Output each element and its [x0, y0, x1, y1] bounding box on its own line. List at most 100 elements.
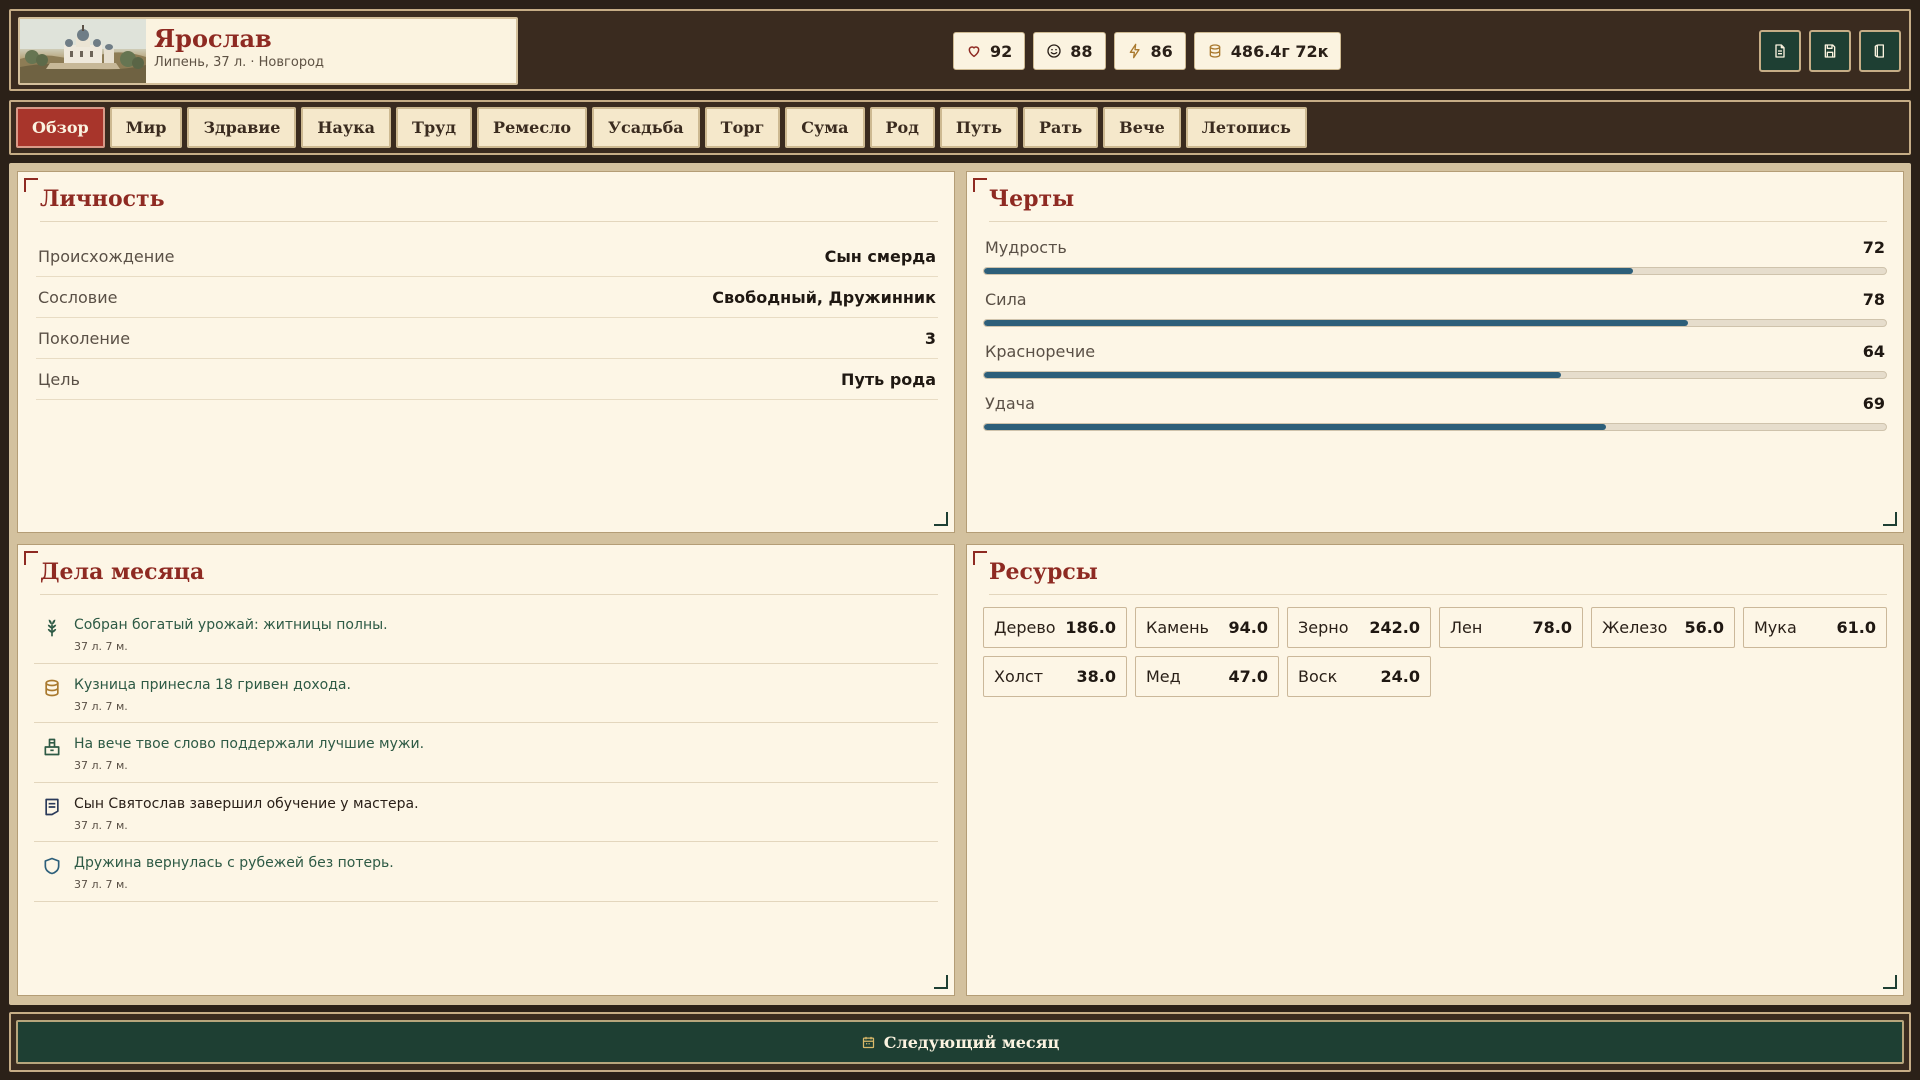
corner-ornament [1883, 512, 1897, 526]
coins-icon [1209, 44, 1221, 58]
tab-science[interactable]: Наука [301, 107, 392, 148]
resource-value: 24.0 [1380, 667, 1420, 686]
list-item: Собран богатый урожай: житницы полны. 37… [34, 604, 938, 664]
corner-ornament [973, 551, 987, 565]
tab-world[interactable]: Мир [109, 107, 183, 148]
resource-cell[interactable]: Железо 56.0 [1591, 607, 1735, 648]
resource-cell[interactable]: Камень 94.0 [1135, 607, 1279, 648]
personality-row: Поколение 3 [36, 318, 938, 359]
character-name: Ярослав [154, 24, 272, 53]
resource-cell[interactable]: Мука 61.0 [1743, 607, 1887, 648]
tab-chronicle[interactable]: Летопись [1185, 107, 1307, 148]
resource-cell[interactable]: Дерево 186.0 [983, 607, 1127, 648]
resource-value: 61.0 [1836, 618, 1876, 637]
trait-fill [984, 268, 1634, 274]
deed-text: Кузница принесла 18 гривен дохода. [74, 676, 351, 693]
wheat-icon [47, 619, 57, 637]
resource-value: 242.0 [1369, 618, 1420, 637]
resource-name: Дерево [994, 618, 1056, 637]
panel-title: Личность [40, 186, 938, 222]
trait-name: Сила [985, 289, 1027, 309]
main-area: Личность Происхождение Сын смерда Сослов… [9, 163, 1911, 1005]
list-item: Сын Святослав завершил обучение у мастер… [34, 783, 938, 842]
resource-name: Камень [1146, 618, 1209, 637]
stat-health-value: 92 [990, 41, 1013, 61]
panel-title: Дела месяца [40, 559, 938, 595]
personality-panel: Личность Происхождение Сын смерда Сослов… [17, 171, 955, 533]
shield-icon [44, 857, 60, 875]
save-button[interactable] [1809, 30, 1851, 72]
trait-item: Сила 78 [983, 288, 1887, 340]
trait-value: 78 [1862, 289, 1885, 309]
character-card[interactable]: Ярослав Липень, 37 л. · Новгород [18, 17, 518, 85]
footer-bar: Следующий месяц [9, 1012, 1911, 1072]
trait-value: 72 [1862, 237, 1885, 257]
trait-name: Удача [985, 393, 1035, 413]
corner-ornament [934, 512, 948, 526]
tab-labor[interactable]: Труд [396, 107, 473, 148]
tab-estate[interactable]: Усадьба [592, 107, 700, 148]
resource-name: Холст [994, 667, 1044, 686]
resource-value: 47.0 [1228, 667, 1268, 686]
corner-ornament [1883, 975, 1897, 989]
heart-icon [968, 46, 980, 58]
row-value: Сын смерда [824, 246, 936, 266]
calendar-icon [862, 1036, 874, 1048]
tab-health[interactable]: Здравие [187, 107, 297, 148]
stat-money-value: 486.4г 72к [1230, 41, 1329, 61]
resource-cell[interactable]: Воск 24.0 [1287, 656, 1431, 697]
row-key: Сословие [38, 287, 118, 307]
stat-mood[interactable]: 88 [1033, 32, 1106, 70]
corner-ornament [24, 551, 38, 565]
panel-title: Ресурсы [989, 559, 1887, 595]
exit-button[interactable] [1859, 30, 1901, 72]
list-item: На вече твое слово поддержали лучшие муж… [34, 723, 938, 783]
resource-name: Мед [1146, 667, 1181, 686]
row-key: Происхождение [38, 246, 175, 266]
list-item: Кузница принесла 18 гривен дохода. 37 л.… [34, 664, 938, 723]
traits-panel: Черты Мудрость 72 Сила 78 Красноречие 64… [966, 171, 1904, 533]
row-value: Свободный, Дружинник [712, 287, 936, 307]
row-key: Поколение [38, 328, 131, 348]
tab-craft[interactable]: Ремесло [477, 107, 588, 148]
resource-cell[interactable]: Лен 78.0 [1439, 607, 1583, 648]
resource-name: Воск [1298, 667, 1338, 686]
character-subtitle: Липень, 37 л. · Новгород [154, 55, 325, 70]
deed-text: Собран богатый урожай: житницы полны. [74, 617, 388, 633]
personality-row: Цель Путь рода [36, 359, 938, 400]
trait-name: Мудрость [985, 237, 1067, 257]
monastery-picture [20, 19, 146, 83]
trait-value: 69 [1862, 393, 1885, 413]
deed-date: 37 л. 7 м. [74, 699, 128, 713]
corner-ornament [934, 975, 948, 989]
document-button[interactable] [1759, 30, 1801, 72]
deed-date: 37 л. 7 м. [74, 759, 128, 772]
tab-trade[interactable]: Торг [704, 107, 781, 148]
stat-energy-value: 86 [1150, 41, 1173, 61]
top-bar: Ярослав Липень, 37 л. · Новгород 92 88 8… [9, 9, 1911, 91]
trait-item: Красноречие 64 [983, 340, 1887, 392]
resource-cell[interactable]: Зерно 242.0 [1287, 607, 1431, 648]
resource-cell[interactable]: Холст 38.0 [983, 656, 1127, 697]
trait-bar [983, 371, 1887, 379]
tab-army[interactable]: Рать [1023, 107, 1099, 148]
resources-grid: Дерево 186.0 Камень 94.0 Зерно 242.0 Лен… [983, 607, 1887, 697]
stat-health[interactable]: 92 [953, 32, 1026, 70]
next-month-button[interactable]: Следующий месяц [16, 1020, 1904, 1064]
stat-energy[interactable]: 86 [1113, 32, 1186, 70]
trait-item: Удача 69 [983, 392, 1887, 444]
resource-cell[interactable]: Мед 47.0 [1135, 656, 1279, 697]
tab-family[interactable]: Род [869, 107, 935, 148]
tab-veche[interactable]: Вече [1103, 107, 1181, 148]
stat-money[interactable]: 486.4г 72к [1193, 32, 1342, 70]
exit-icon [1874, 44, 1884, 58]
tab-travel[interactable]: Путь [939, 107, 1018, 148]
deed-text: На вече твое слово поддержали лучшие муж… [74, 736, 425, 752]
resource-value: 78.0 [1532, 618, 1572, 637]
tab-overview[interactable]: Обзор [16, 107, 105, 148]
tab-bag[interactable]: Сума [785, 107, 865, 148]
lightning-icon [1129, 43, 1140, 59]
row-value: 3 [924, 328, 936, 348]
scroll-icon [45, 798, 59, 815]
ballot-icon [44, 738, 60, 756]
